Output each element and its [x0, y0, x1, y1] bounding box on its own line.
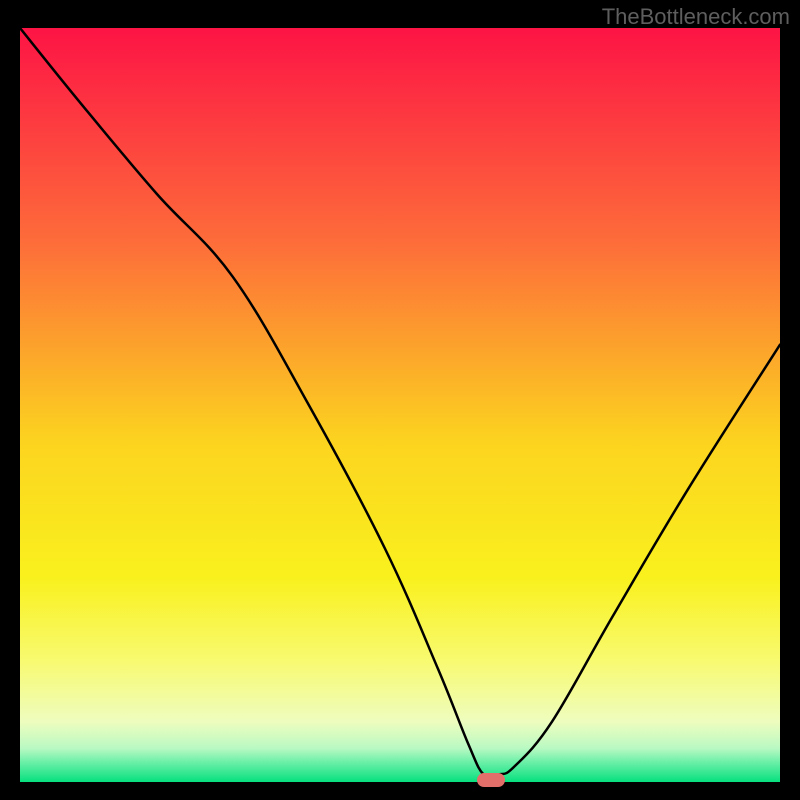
chart-frame: TheBottleneck.com	[0, 0, 800, 800]
minimum-marker	[477, 773, 505, 787]
gradient-background	[20, 28, 780, 782]
plot-area	[20, 28, 780, 782]
watermark-label: TheBottleneck.com	[602, 4, 790, 30]
plot-svg	[20, 28, 780, 782]
